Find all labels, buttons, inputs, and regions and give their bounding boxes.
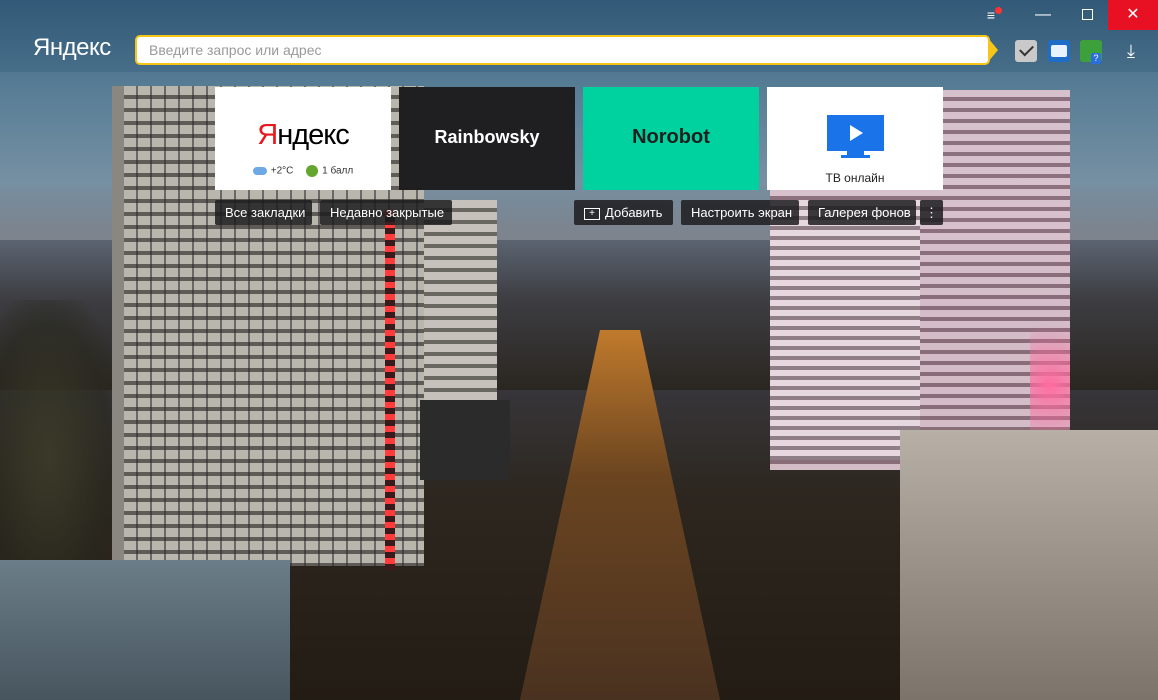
tile-yandex[interactable]: Яндекс +2°C 1 балл bbox=[215, 87, 391, 190]
extension-icon[interactable] bbox=[1048, 40, 1070, 62]
main-menu-button[interactable]: ≡ bbox=[976, 0, 1006, 30]
tile-tv-online[interactable]: ТВ онлайн bbox=[767, 87, 943, 190]
puzzle-extension-icon[interactable] bbox=[1080, 40, 1102, 64]
traffic-icon bbox=[306, 165, 319, 177]
download-icon[interactable]: ⤓ bbox=[1120, 40, 1142, 62]
trees bbox=[0, 300, 120, 560]
tile-norobot[interactable]: Norobot bbox=[583, 87, 759, 190]
close-button[interactable]: ✕ bbox=[1108, 0, 1158, 30]
plus-icon: + bbox=[584, 207, 600, 220]
add-tile-button[interactable]: + Добавить bbox=[574, 200, 673, 225]
minimize-button[interactable]: — bbox=[1020, 0, 1066, 30]
maximize-button[interactable] bbox=[1064, 0, 1110, 30]
tv-stand-icon bbox=[841, 151, 870, 158]
tile-yandex-info: +2°C 1 балл bbox=[215, 165, 391, 177]
traffic-score: 1 балл bbox=[322, 165, 354, 177]
left-low-building bbox=[0, 560, 290, 700]
center-low-building bbox=[420, 400, 510, 480]
notification-dot bbox=[995, 7, 1002, 14]
cloud-rain-icon bbox=[252, 167, 267, 175]
right-low-building bbox=[900, 430, 1158, 700]
tile-tv-title: ТВ онлайн bbox=[825, 171, 885, 185]
address-bar[interactable] bbox=[135, 35, 990, 65]
background-image bbox=[0, 0, 1158, 700]
right-tower-front bbox=[770, 200, 920, 460]
all-bookmarks-button[interactable]: Все закладки bbox=[215, 200, 312, 225]
red-light-strip bbox=[385, 210, 395, 570]
yandex-logo[interactable]: Яндекс bbox=[33, 33, 111, 63]
tile-norobot-title: Norobot bbox=[632, 126, 710, 148]
background-gallery-button[interactable]: Галерея фонов bbox=[808, 200, 916, 225]
address-bar-arrow bbox=[988, 38, 998, 62]
recently-closed-button[interactable]: Недавно закрытые bbox=[320, 200, 452, 225]
tile-rainbowsky[interactable]: Rainbowsky bbox=[399, 87, 575, 190]
tile-rainbowsky-title: Rainbowsky bbox=[434, 127, 540, 147]
more-options-button[interactable]: ⋮ bbox=[920, 200, 943, 225]
address-input[interactable] bbox=[147, 41, 988, 59]
maximize-icon bbox=[1081, 9, 1093, 21]
tv-play-icon bbox=[827, 115, 884, 151]
customize-screen-button[interactable]: Настроить экран bbox=[681, 200, 799, 225]
weather-temp: +2°C bbox=[270, 165, 294, 177]
tile-yandex-logo: Яндекс bbox=[257, 119, 350, 151]
menu-icon: ≡ bbox=[986, 7, 996, 23]
protect-check-icon[interactable] bbox=[1015, 40, 1037, 62]
